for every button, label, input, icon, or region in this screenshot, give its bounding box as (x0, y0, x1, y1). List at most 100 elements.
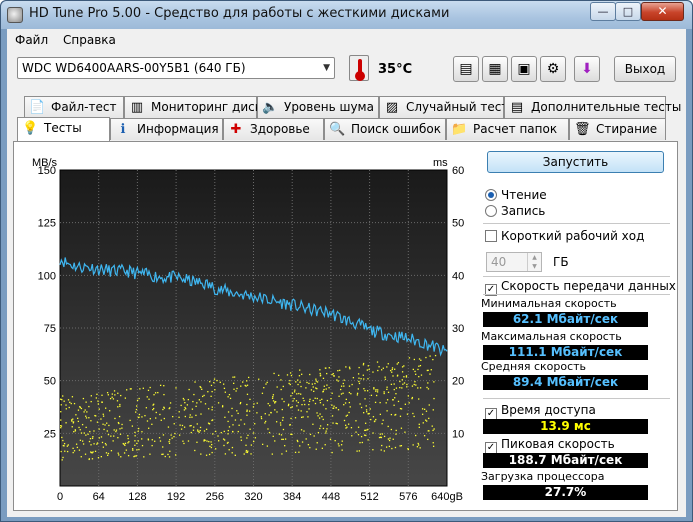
access-time-point (151, 439, 153, 441)
access-time-point (352, 377, 355, 379)
access-time-point (384, 376, 386, 378)
access-time-point (89, 438, 92, 440)
access-time-point (383, 392, 385, 395)
folder-icon: 📁 (451, 122, 468, 137)
tab-file-test[interactable]: 📄 Файл-тест (24, 96, 124, 118)
access-time-point (114, 417, 116, 420)
tab-disk-monitor[interactable]: ▥ Мониторинг диска (124, 96, 269, 118)
drive-select[interactable]: WDC WD6400AARS-00Y5B1 (640 ГБ) ▼ (17, 57, 335, 79)
tab-noise-level[interactable]: 🔈 Уровень шума (257, 96, 379, 118)
access-time-point (149, 386, 151, 389)
access-time-point (102, 423, 104, 425)
access-time-checkbox[interactable]: ✓ Время доступа (485, 403, 596, 420)
access-time-point (345, 424, 347, 426)
access-time-point (216, 379, 218, 382)
access-time-point (396, 363, 398, 365)
access-time-point (399, 415, 402, 417)
access-time-point (247, 434, 249, 436)
minimize-button[interactable]: — (590, 2, 616, 21)
access-time-point (343, 419, 346, 422)
menu-help[interactable]: Справка (63, 33, 116, 47)
access-time-point (106, 430, 108, 432)
access-time-point (88, 440, 91, 443)
access-time-point (417, 444, 420, 446)
tab-folder-usage[interactable]: 📁 Расчет папок (446, 118, 569, 140)
write-radio[interactable]: Запись (485, 204, 545, 218)
access-time-point (420, 374, 423, 376)
tab-erase[interactable]: 🗑 Стирание (569, 118, 666, 140)
access-time-point (77, 417, 79, 420)
tab-extra-tests[interactable]: ▤ Дополнительные тесты (504, 96, 681, 118)
tab-health[interactable]: ✚ Здоровье (223, 118, 324, 140)
access-time-point (425, 410, 428, 412)
access-time-point (88, 458, 91, 460)
access-time-point (189, 414, 191, 416)
access-time-point (346, 426, 348, 428)
access-time-point (101, 394, 103, 396)
start-button[interactable]: Запустить (487, 151, 664, 173)
access-time-point (231, 407, 233, 410)
access-time-point (124, 397, 127, 399)
access-time-point (325, 432, 327, 434)
access-time-point (342, 382, 344, 385)
access-time-point (358, 382, 361, 385)
access-time-point (85, 415, 87, 417)
access-time-point (303, 399, 305, 402)
title-bar[interactable]: HD Tune Pro 5.00 - Средство для работы с… (1, 1, 692, 29)
tab-random-access[interactable]: ▨ Случайный тест (379, 96, 508, 118)
read-radio[interactable]: Чтение (485, 188, 547, 202)
access-time-point (211, 419, 214, 421)
info-icon: ℹ (120, 122, 126, 137)
access-time-point (316, 397, 318, 400)
access-time-point (290, 374, 293, 377)
burst-rate-checkbox[interactable]: ✓ Пиковая скорость (485, 437, 615, 454)
copy-icon[interactable]: ▤ (453, 56, 479, 82)
access-time-point (326, 399, 329, 402)
access-time-point (342, 392, 344, 394)
access-time-point (375, 389, 377, 391)
access-time-point (373, 387, 375, 389)
access-time-point (102, 446, 105, 448)
access-time-point (392, 375, 394, 377)
access-time-point (318, 417, 321, 419)
access-time-point (106, 392, 109, 394)
access-time-point (296, 439, 299, 442)
extra-tests-icon: ▤ (510, 100, 524, 115)
save-icon[interactable]: ▣ (511, 56, 537, 82)
exit-button[interactable]: Выход (614, 56, 676, 82)
access-time-point (175, 387, 177, 389)
download-icon[interactable]: ⬇ (574, 56, 600, 82)
access-time-point (83, 432, 85, 434)
access-time-point (100, 436, 103, 438)
tab-info[interactable]: ℹ Информация (110, 118, 223, 140)
tab-error-scan[interactable]: 🔍 Поиск ошибок (324, 118, 446, 140)
access-time-point (402, 383, 404, 385)
access-time-point (247, 450, 249, 452)
access-time-point (107, 433, 110, 436)
access-time-point (159, 413, 161, 416)
access-time-point (73, 450, 76, 452)
short-stroke-input[interactable]: 40 ▲ ▼ (486, 252, 542, 272)
close-button[interactable]: ✕ (641, 2, 684, 21)
menu-file[interactable]: Файл (15, 33, 48, 47)
tab-benchmark[interactable]: 💡 Тесты (17, 117, 110, 141)
access-time-point (61, 398, 63, 401)
access-time-point (92, 436, 94, 438)
access-time-point (415, 373, 417, 375)
access-time-point (405, 376, 408, 378)
x-tick-label: 640gB (431, 491, 463, 503)
access-time-point (169, 439, 171, 441)
maximize-button[interactable]: □ (615, 2, 641, 21)
spinner-arrows-icon[interactable]: ▲ ▼ (527, 253, 541, 271)
copy-all-icon[interactable]: ▦ (482, 56, 508, 82)
access-time-point (297, 409, 300, 411)
access-time-point (355, 431, 357, 433)
access-time-point (245, 385, 247, 387)
x-tick-label: 64 (93, 491, 105, 503)
short-stroke-checkbox[interactable]: Короткий рабочий ход (485, 229, 644, 243)
access-time-point (414, 370, 416, 373)
options-icon[interactable]: ⚙ (540, 56, 566, 82)
access-time-point (187, 440, 190, 442)
access-time-point (222, 383, 225, 385)
access-time-point (399, 386, 401, 389)
